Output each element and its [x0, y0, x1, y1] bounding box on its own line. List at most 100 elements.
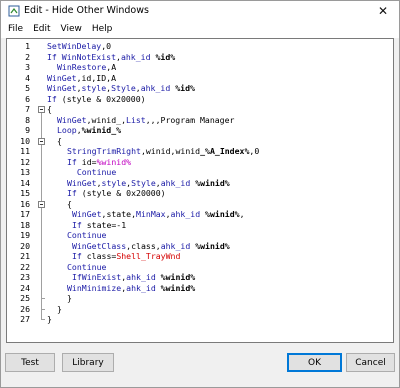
code-token: } — [47, 314, 52, 324]
code-line[interactable]: WinGet,id,ID,A — [47, 73, 116, 84]
line-number: 8 — [25, 114, 30, 125]
fold-margin[interactable] — [36, 39, 47, 342]
cancel-button[interactable]: Cancel — [346, 353, 395, 372]
code-token: %winid% — [155, 272, 196, 282]
code-token: ,0 — [249, 146, 260, 156]
code-token: (style & 0x20000) — [76, 188, 166, 198]
fold-toggle-icon[interactable] — [38, 200, 45, 208]
code-line[interactable]: If id=%winid% — [67, 157, 131, 168]
code-token: %id% — [170, 83, 195, 93]
code-line[interactable]: Continue — [67, 167, 116, 178]
code-token: SetWinDelay — [47, 41, 102, 51]
title-bar[interactable]: Edit - Hide Other Windows ✕ — [1, 1, 399, 21]
code-token: %winid_% — [81, 125, 122, 135]
line-number: 2 — [25, 51, 30, 62]
code-token: } — [57, 303, 62, 314]
code-token: ahk_id — [160, 240, 191, 251]
code-token: IfWinExist — [71, 272, 122, 282]
code-line[interactable]: Continue — [67, 230, 106, 241]
code-line[interactable]: SetWinDelay,0 — [47, 41, 111, 52]
code-token: { — [47, 104, 52, 114]
code-token: %winid% — [96, 156, 132, 167]
code-line[interactable]: StringTrimRight,winid,winid_%A_Index%,0 — [67, 146, 259, 157]
code-token: id= — [76, 156, 97, 167]
code-token: ,0 — [101, 41, 112, 51]
app-icon — [8, 5, 20, 17]
fold-toggle-icon[interactable] — [38, 137, 45, 145]
code-token: WinGet — [57, 114, 87, 125]
code-line[interactable]: WinGet,style,Style,ahk_id %id% — [47, 83, 195, 94]
code-token: If — [71, 251, 82, 261]
code-editor[interactable]: 1 2 3 4 5 6 7 8 9 10 11 12 13 14 15 16 17 18 19 20 21 22 23 24 2… — [6, 38, 394, 343]
code-token: WinGetClass — [71, 240, 127, 251]
code-area[interactable]: SetWinDelay,0 If WinNotExist,ahk_id %id% W… — [47, 39, 393, 342]
test-button[interactable]: Test — [5, 353, 55, 372]
code-token: WinRestore — [57, 62, 107, 72]
code-line[interactable]: } — [57, 304, 62, 315]
line-number: 20 — [20, 240, 30, 251]
code-token: WinGet — [47, 83, 77, 93]
menu-file[interactable]: File — [3, 21, 28, 38]
code-token: ahk_id — [120, 51, 151, 62]
line-number: 19 — [20, 230, 30, 240]
code-token: ahk_id — [140, 83, 171, 93]
code-line[interactable]: WinGet,winid_,List,,,Program Manager — [57, 115, 234, 126]
code-token: WinMinimize — [67, 282, 122, 293]
line-number: 25 — [20, 293, 30, 303]
line-number: 14 — [20, 177, 30, 188]
code-line[interactable]: Loop,%winid_% — [57, 125, 121, 136]
code-line[interactable]: WinRestore,A — [57, 62, 116, 73]
code-token: (style & 0x20000) — [56, 93, 146, 104]
code-token: If — [67, 156, 77, 167]
code-line[interactable]: Continue — [67, 262, 106, 273]
line-number: 26 — [20, 303, 30, 314]
code-line[interactable]: WinGet,state,MinMax,ahk_id %winid%, — [67, 209, 245, 220]
line-number: 22 — [20, 261, 30, 272]
fold-toggle-icon[interactable] — [38, 106, 45, 113]
code-line[interactable]: { — [57, 136, 62, 147]
code-token: ,winid,winid — [140, 146, 201, 156]
code-line[interactable]: { — [47, 104, 52, 115]
line-number: 17 — [20, 209, 30, 219]
line-number: 27 — [20, 314, 30, 324]
code-token: , — [239, 209, 245, 219]
code-line[interactable]: WinMinimize,ahk_id %winid% — [67, 283, 195, 294]
close-button[interactable]: ✕ — [367, 1, 399, 21]
code-line[interactable]: If class=Shell_TrayWnd — [67, 251, 180, 262]
code-line[interactable]: } — [47, 314, 52, 325]
code-line[interactable]: WinGetClass,class,ahk_id %winid% — [67, 241, 230, 252]
line-number: 3 — [25, 62, 30, 72]
menu-view[interactable]: View — [56, 21, 87, 38]
code-line[interactable]: If state=-1 — [67, 220, 126, 231]
code-token: %winid% — [200, 209, 240, 219]
fold-end-marker — [41, 298, 45, 299]
code-token: } — [67, 293, 72, 303]
code-line[interactable]: { — [67, 199, 72, 210]
line-number: 7 — [25, 104, 30, 114]
library-button[interactable]: Library — [62, 353, 114, 372]
code-token: WinGet — [71, 209, 102, 219]
code-line[interactable]: IfWinExist,ahk_id %winid% — [67, 272, 195, 283]
code-token: _%A_Index% — [200, 146, 250, 156]
ok-button[interactable]: OK — [287, 353, 342, 372]
window-title: Edit - Hide Other Windows — [24, 5, 149, 16]
code-token: List — [126, 114, 146, 125]
code-token: { — [57, 135, 62, 146]
code-line[interactable]: If (style & 0x20000) — [47, 94, 146, 105]
line-number: 1 — [25, 41, 30, 51]
line-number: 23 — [20, 272, 30, 282]
code-token: ,state, — [101, 209, 137, 219]
code-line[interactable]: WinGet,style,Style,ahk_id %winid% — [67, 178, 230, 189]
menu-help[interactable]: Help — [87, 21, 118, 38]
code-token: ,winid_, — [86, 114, 127, 125]
code-token: ahk_id — [160, 177, 191, 188]
code-line[interactable]: If (style & 0x20000) — [67, 188, 166, 199]
line-number: 24 — [20, 282, 30, 293]
line-number: 15 — [20, 188, 30, 198]
code-line[interactable]: } — [67, 293, 72, 304]
line-number: 4 — [25, 72, 30, 83]
code-token: Continue — [76, 167, 117, 177]
code-line[interactable]: If WinNotExist,ahk_id %id% — [47, 52, 175, 63]
code-token: state=-1 — [81, 219, 127, 230]
menu-edit[interactable]: Edit — [28, 21, 55, 38]
